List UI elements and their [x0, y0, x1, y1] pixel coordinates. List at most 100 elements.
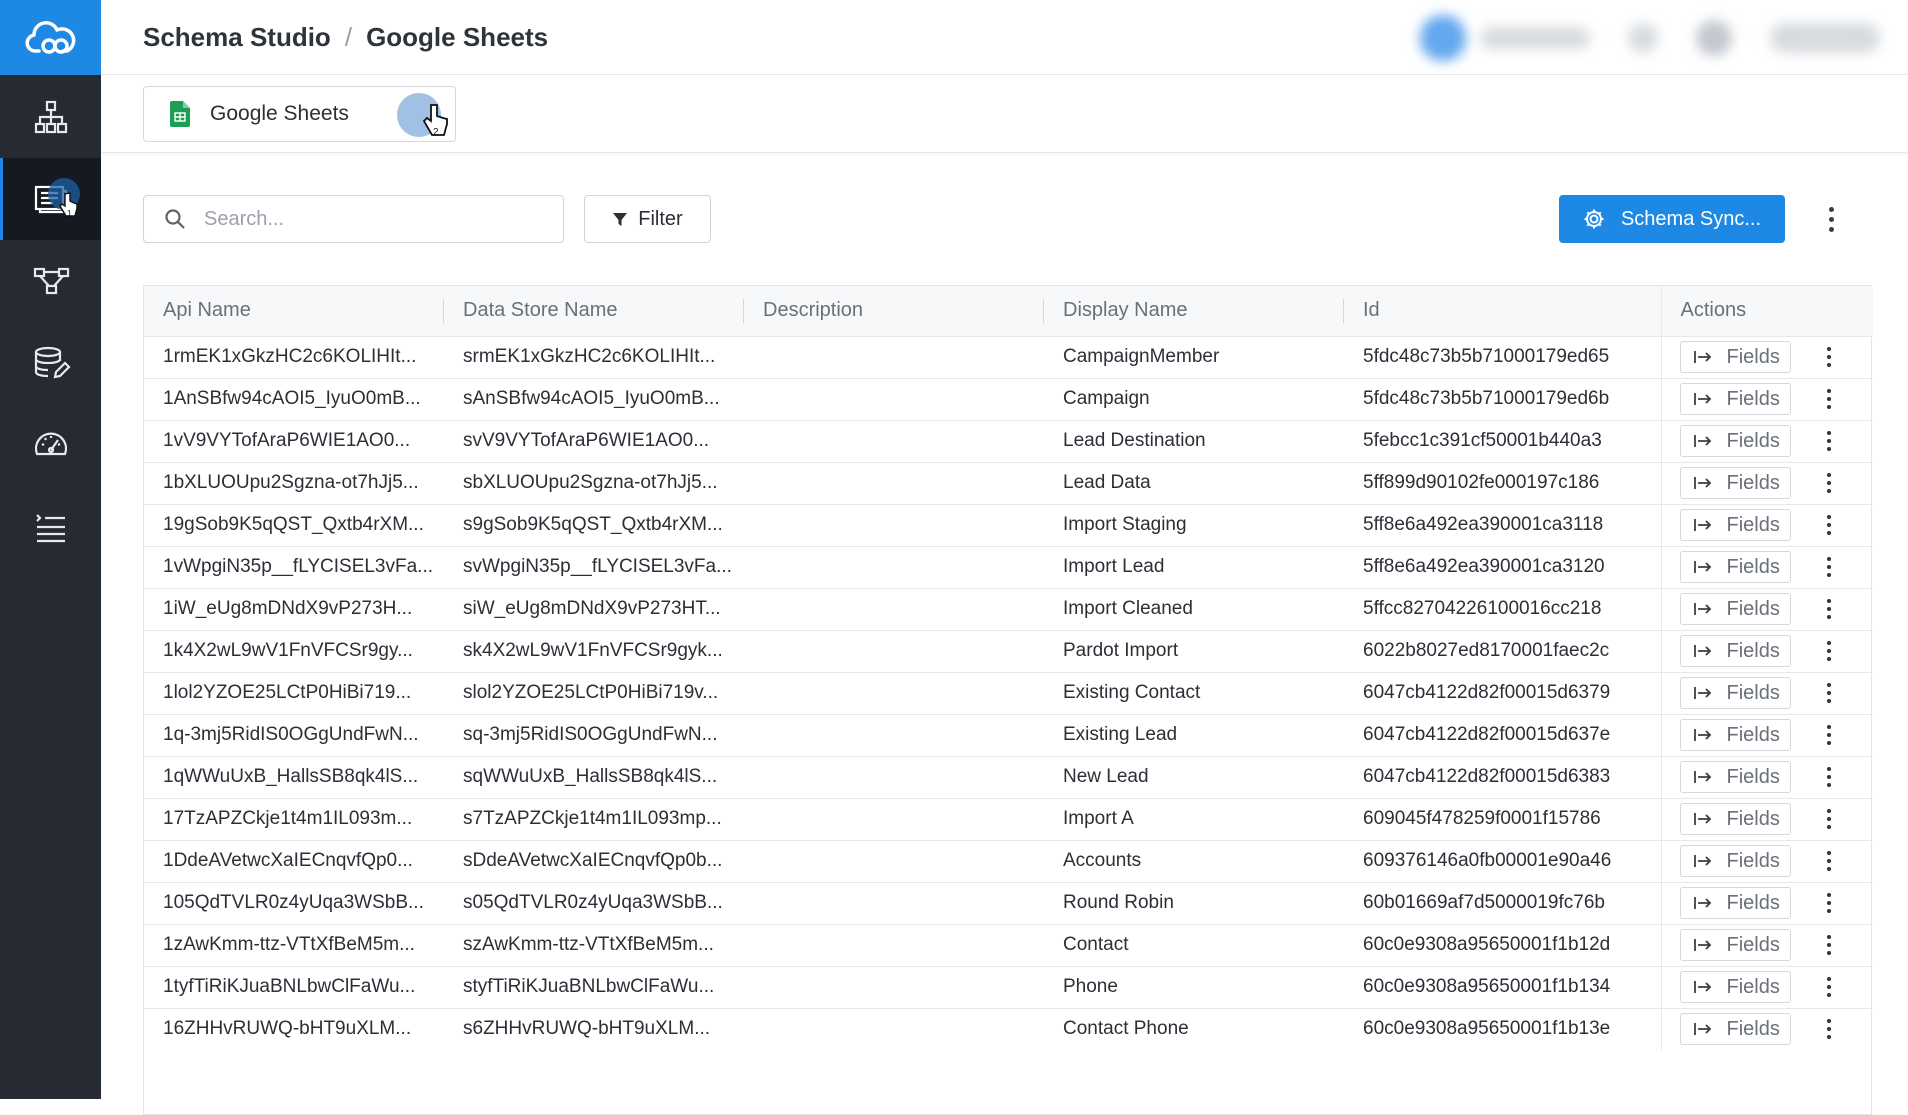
row-menu-button[interactable] [1819, 846, 1839, 876]
table-row[interactable]: 1qWWuUxB_HallsSB8qk4lS... sqWWuUxB_HallsS… [144, 756, 1873, 798]
flow-icon [33, 267, 69, 295]
table-row[interactable]: 1rmEK1xGkzHC2c6KOLIHIt... srmEK1xGkzHC2c6… [144, 336, 1873, 378]
nav-item-dashboard[interactable] [0, 404, 101, 486]
table-row[interactable]: 1zAwKmm-ttz-VTtXfBeM5m... szAwKmm-ttz-VTt… [144, 924, 1873, 966]
row-menu-button[interactable] [1819, 510, 1839, 540]
fields-button[interactable]: Fields [1679, 425, 1791, 457]
table-row[interactable]: 1iW_eUg8mDNdX9vP273H... siW_eUg8mDNdX9vP2… [144, 588, 1873, 630]
row-menu-button[interactable] [1819, 636, 1839, 666]
more-options-button[interactable] [1818, 199, 1844, 239]
fields-button[interactable]: Fields [1679, 803, 1791, 835]
nav-item-tasks[interactable] [0, 486, 101, 568]
row-menu-button[interactable] [1819, 762, 1839, 792]
table-row[interactable]: 1vWpgiN35p__fLYCISEL3vFa... svWpgiN35p__f… [144, 546, 1873, 588]
row-menu-button[interactable] [1819, 804, 1839, 834]
nav-item-hierarchy[interactable] [0, 76, 101, 158]
cell-api-name: 1qWWuUxB_HallsSB8qk4lS... [163, 766, 419, 787]
breadcrumb-root[interactable]: Schema Studio [143, 22, 331, 53]
cell-data-store-name: sDdeAVetwcXaIECnqvfQp0b... [463, 850, 723, 871]
cell-id: 5fdc48c73b5b71000179ed6b [1363, 388, 1610, 409]
cell-display-name: Import Lead [1063, 556, 1165, 577]
cloud-logo-icon[interactable] [0, 0, 101, 75]
filter-button[interactable]: Filter [584, 195, 711, 243]
fields-button[interactable]: Fields [1679, 383, 1791, 415]
nav-item-flow[interactable] [0, 240, 101, 322]
fields-button[interactable]: Fields [1679, 677, 1791, 709]
row-menu-button[interactable] [1819, 594, 1839, 624]
account-name[interactable] [1480, 26, 1590, 49]
fields-button[interactable]: Fields [1679, 845, 1791, 877]
fields-button[interactable]: Fields [1679, 971, 1791, 1003]
column-header-id[interactable]: Id [1344, 286, 1661, 336]
table-row[interactable]: 1tyfTiRiKJuaBNLbwClFaWu... styfTiRiKJuaBN… [144, 966, 1873, 1008]
fields-button[interactable]: Fields [1679, 1013, 1791, 1046]
fields-button[interactable]: Fields [1679, 929, 1791, 961]
help-icon[interactable] [1628, 22, 1658, 53]
cell-display-name: Round Robin [1063, 892, 1174, 913]
row-menu-button[interactable] [1819, 552, 1839, 582]
row-menu-button[interactable] [1819, 678, 1839, 708]
schema-sync-button[interactable]: Schema Sync... [1559, 195, 1785, 243]
arrow-right-to-bar-icon [1693, 645, 1711, 657]
fields-button[interactable]: Fields [1679, 341, 1791, 373]
column-header-api-name[interactable]: Api Name [144, 286, 444, 336]
fields-button[interactable]: Fields [1679, 509, 1791, 541]
cell-display-name: Phone [1063, 976, 1118, 997]
table-row[interactable]: 17TzAPZCkje1t4m1IL093m... s7TzAPZCkje1t4m… [144, 798, 1873, 840]
schema-table: Api Name Data Store Name Description Dis… [143, 285, 1873, 1115]
row-menu-button[interactable] [1819, 468, 1839, 498]
row-menu-button[interactable] [1819, 972, 1839, 1002]
breadcrumb: Schema Studio / Google Sheets [143, 22, 548, 53]
table-row[interactable]: 1k4X2wL9wV1FnVFCSr9gy... sk4X2wL9wV1FnVFC… [144, 630, 1873, 672]
row-menu-button[interactable] [1819, 342, 1839, 372]
cell-data-store-name: svWpgiN35p__fLYCISEL3vFa... [463, 556, 732, 577]
arrow-right-to-bar-icon [1693, 729, 1711, 741]
cell-description [744, 630, 1044, 672]
table-row[interactable]: 1vV9VYTofAraP6WIE1AO0... svV9VYTofAraP6WI… [144, 420, 1873, 462]
user-menu[interactable] [1770, 22, 1880, 53]
cell-actions: Fields [1660, 840, 1873, 882]
row-menu-button[interactable] [1819, 384, 1839, 414]
fields-button[interactable]: Fields [1679, 467, 1791, 499]
search-input[interactable] [204, 207, 524, 231]
avatar[interactable] [1420, 14, 1466, 61]
column-header-display-name[interactable]: Display Name [1044, 286, 1344, 336]
nav-item-schema[interactable]: 1 [0, 158, 101, 240]
table-row[interactable]: 16ZHHvRUWQ-bHT9uXLM... s6ZHHvRUWQ-bHT9uXL… [144, 1008, 1873, 1050]
fields-button[interactable]: Fields [1679, 719, 1791, 751]
table-row[interactable]: 1bXLUOUpu2Sgzna-ot7hJj5... sbXLUOUpu2Sgzn… [144, 462, 1873, 504]
table-row[interactable]: 105QdTVLR0z4yUqa3WSbB... s05QdTVLR0z4yUqa… [144, 882, 1873, 924]
column-header-description[interactable]: Description [744, 286, 1044, 336]
fields-button[interactable]: Fields [1679, 593, 1791, 625]
row-menu-button[interactable] [1819, 930, 1839, 960]
table-row[interactable]: 19gSob9K5qQST_Qxtb4rXM... s9gSob9K5qQST_Q… [144, 504, 1873, 546]
arrow-right-to-bar-icon [1693, 813, 1711, 825]
fields-button[interactable]: Fields [1679, 761, 1791, 793]
cell-api-name: 1vV9VYTofAraP6WIE1AO0... [163, 430, 411, 451]
nav-item-database[interactable] [0, 322, 101, 404]
fields-button[interactable]: Fields [1679, 551, 1791, 583]
cell-display-name: Campaign [1063, 388, 1150, 409]
table-row[interactable]: 1DdeAVetwcXaIECnqvfQp0... sDdeAVetwcXaIEC… [144, 840, 1873, 882]
fields-button[interactable]: Fields [1679, 635, 1791, 667]
row-menu-button[interactable] [1819, 720, 1839, 750]
table-header-row: Api Name Data Store Name Description Dis… [144, 286, 1873, 336]
row-menu-button[interactable] [1819, 1014, 1839, 1044]
cell-description [744, 966, 1044, 1008]
cell-api-name: 19gSob9K5qQST_Qxtb4rXM... [163, 514, 424, 535]
arrow-right-to-bar-icon [1693, 897, 1711, 909]
table-row[interactable]: 1AnSBfw94cAOI5_IyuO0mB... sAnSBfw94cAOI5_… [144, 378, 1873, 420]
arrow-right-to-bar-icon [1693, 981, 1711, 993]
table-row[interactable]: 1lol2YZOE25LCtP0HiBi719... slol2YZOE25LCt… [144, 672, 1873, 714]
cell-actions: Fields [1660, 504, 1873, 546]
cell-id: 6047cb4122d82f00015d6379 [1363, 682, 1611, 703]
table-row[interactable]: 1q-3mj5RidIS0OGgUndFwN... sq-3mj5RidIS0OG… [144, 714, 1873, 756]
row-menu-button[interactable] [1819, 888, 1839, 918]
column-header-data-store-name[interactable]: Data Store Name [444, 286, 744, 336]
fields-button[interactable]: Fields [1679, 887, 1791, 919]
tab-google-sheets[interactable]: Google Sheets 2 [143, 86, 456, 142]
arrow-right-to-bar-icon [1693, 771, 1711, 783]
search-icon [165, 209, 185, 229]
notifications-icon[interactable] [1696, 19, 1732, 56]
row-menu-button[interactable] [1819, 426, 1839, 456]
